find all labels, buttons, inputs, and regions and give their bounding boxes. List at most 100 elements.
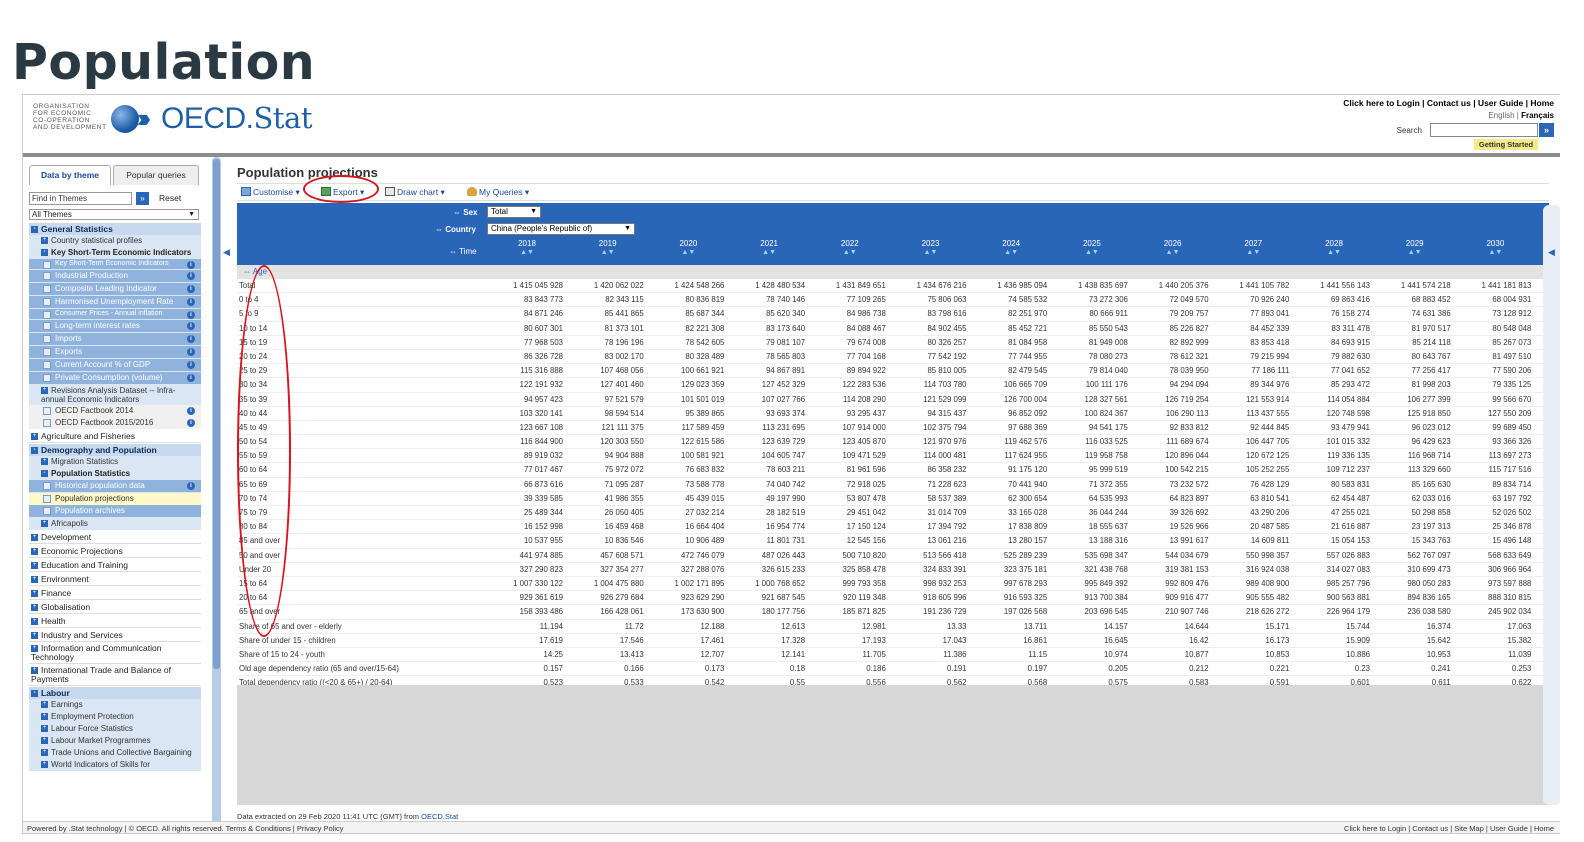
theme-item[interactable]: Imports i	[29, 333, 201, 346]
footer-left[interactable]: Powered by .Stat technology | © OECD. Al…	[27, 822, 344, 833]
collapse-icon[interactable]: -	[31, 226, 38, 234]
sort-arrows-icon[interactable]: ▲▼	[658, 249, 718, 256]
info-icon[interactable]: i	[187, 285, 195, 293]
tab-data-by-theme[interactable]: Data by theme	[29, 165, 111, 185]
info-icon[interactable]: i	[187, 335, 195, 343]
theme-item[interactable]: - Labour	[29, 687, 201, 699]
info-icon[interactable]: i	[187, 361, 195, 369]
theme-item[interactable]: + Africapolis	[29, 518, 201, 530]
search-input[interactable]	[1430, 123, 1538, 137]
theme-item[interactable]: + Globalisation	[29, 601, 201, 614]
tab-popular-queries[interactable]: Popular queries	[113, 165, 199, 185]
year-header[interactable]: 2030 ▲▼	[1465, 239, 1525, 256]
theme-item[interactable]: + Revisions Analysis Dataset -- Infra-ann…	[29, 385, 201, 405]
sort-arrows-icon[interactable]: ▲▼	[739, 249, 799, 256]
theme-item[interactable]: + Migration Statistics	[29, 456, 201, 468]
year-header[interactable]: 2024 ▲▼	[981, 239, 1041, 256]
theme-item[interactable]: Harmonised Unemployment Rate i	[29, 296, 201, 309]
find-in-themes-input[interactable]: Find in Themes	[29, 192, 132, 205]
theme-item[interactable]: + Employment Protection	[29, 711, 201, 723]
collapse-right-icon[interactable]: ◀	[1548, 247, 1555, 258]
theme-item[interactable]: + Labour Market Programmes	[29, 735, 201, 747]
theme-item[interactable]: - Population Statistics	[29, 468, 201, 480]
info-icon[interactable]: i	[187, 374, 195, 382]
theme-item[interactable]: OECD Factbook 2015/2016 i	[29, 417, 201, 429]
theme-item[interactable]: + Economic Projections	[29, 545, 201, 558]
info-icon[interactable]: i	[187, 348, 195, 356]
expand-icon[interactable]: +	[41, 737, 48, 745]
theme-item[interactable]: + Earnings	[29, 699, 201, 711]
year-header[interactable]: 2029 ▲▼	[1385, 239, 1445, 256]
theme-item[interactable]: - Demography and Population	[29, 444, 201, 456]
expand-icon[interactable]: +	[41, 701, 48, 709]
theme-item[interactable]: Long-term interest rates i	[29, 320, 201, 333]
expand-icon[interactable]: +	[41, 387, 48, 395]
info-icon[interactable]: i	[187, 482, 195, 490]
sort-arrows-icon[interactable]: ▲▼	[1143, 249, 1203, 256]
theme-item[interactable]: Industrial Production i	[29, 270, 201, 283]
sort-arrows-icon[interactable]: ▲▼	[1465, 249, 1525, 256]
collapse-left-icon[interactable]: ◀	[223, 247, 230, 258]
expand-icon[interactable]: +	[41, 761, 48, 769]
theme-item[interactable]: Consumer Prices - Annual inflation i	[29, 309, 201, 320]
year-header[interactable]: 2021 ▲▼	[739, 239, 799, 256]
theme-item[interactable]: Key Short-Term Economic Indicators i	[29, 259, 201, 270]
year-header[interactable]: 2023 ▲▼	[901, 239, 961, 256]
theme-select[interactable]: All Themes ▼	[29, 209, 199, 220]
sort-arrows-icon[interactable]: ▲▼	[1223, 249, 1283, 256]
theme-item[interactable]: + Information and Communication Technolog…	[29, 643, 201, 664]
oecd-stat-logo[interactable]: OECD.Stat	[161, 101, 312, 136]
getting-started-button[interactable]: Getting Started	[1474, 139, 1538, 150]
info-icon[interactable]: i	[187, 419, 195, 427]
draw-chart-menu[interactable]: Draw chart ▾	[385, 187, 445, 198]
sort-arrows-icon[interactable]: ▲▼	[981, 249, 1041, 256]
top-links[interactable]: Click here to Login | Contact us | User …	[1343, 98, 1554, 108]
theme-item[interactable]: + Trade Unions and Collective Bargaining	[29, 747, 201, 759]
theme-item[interactable]: OECD Factbook 2014 i	[29, 405, 201, 417]
expand-icon[interactable]: +	[31, 604, 38, 612]
expand-icon[interactable]: +	[41, 725, 48, 733]
theme-item[interactable]: + Environment	[29, 573, 201, 586]
sort-arrows-icon[interactable]: ▲▼	[578, 249, 638, 256]
theme-item[interactable]: Population projections	[29, 493, 201, 505]
collapse-icon[interactable]: -	[31, 447, 38, 455]
expand-icon[interactable]: +	[31, 548, 38, 556]
sort-arrows-icon[interactable]: ▲▼	[901, 249, 961, 256]
oecd-stat-link[interactable]: OECD.Stat	[421, 812, 458, 821]
expand-icon[interactable]: +	[31, 562, 38, 570]
sort-arrows-icon[interactable]: ▲▼	[1304, 249, 1364, 256]
theme-item[interactable]: + Country statistical profiles	[29, 235, 201, 247]
info-icon[interactable]: i	[187, 407, 195, 415]
sidebar-scroll-thumb[interactable]	[213, 159, 220, 669]
expand-icon[interactable]: +	[41, 713, 48, 721]
theme-item[interactable]: Historical population data i	[29, 480, 201, 493]
theme-item[interactable]: + Labour Force Statistics	[29, 723, 201, 735]
theme-item[interactable]: + World Indicators of Skills for	[29, 759, 201, 771]
footer-right[interactable]: Click here to Login | Contact us | Site …	[1344, 822, 1554, 833]
expand-icon[interactable]: +	[41, 237, 48, 245]
sort-arrows-icon[interactable]: ▲▼	[820, 249, 880, 256]
collapse-icon[interactable]: -	[31, 690, 38, 698]
info-icon[interactable]: i	[187, 298, 195, 306]
sex-select[interactable]: Total ▼	[487, 206, 541, 218]
expand-icon[interactable]: +	[31, 576, 38, 584]
expand-icon[interactable]: +	[41, 458, 48, 466]
expand-icon[interactable]: +	[31, 590, 38, 598]
theme-item[interactable]: - General Statistics	[29, 223, 201, 235]
expand-icon[interactable]: +	[31, 534, 38, 542]
info-icon[interactable]: i	[187, 261, 195, 269]
info-icon[interactable]: i	[187, 322, 195, 330]
theme-item[interactable]: + Agriculture and Fisheries	[29, 430, 201, 443]
year-header[interactable]: 2018 ▲▼	[497, 239, 557, 256]
sort-arrows-icon[interactable]: ▲▼	[497, 249, 557, 256]
expand-icon[interactable]: +	[31, 618, 38, 626]
info-icon[interactable]: i	[187, 272, 195, 280]
theme-item[interactable]: + Development	[29, 531, 201, 544]
expand-icon[interactable]: +	[31, 433, 38, 441]
right-scroll-panel[interactable]	[1543, 205, 1560, 805]
theme-item[interactable]: + Industry and Services	[29, 629, 201, 642]
year-header[interactable]: 2022 ▲▼	[820, 239, 880, 256]
theme-item[interactable]: - Key Short-Term Economic Indicators	[29, 247, 201, 259]
theme-item[interactable]: Current Account % of GDP i	[29, 359, 201, 372]
year-header[interactable]: 2026 ▲▼	[1143, 239, 1203, 256]
